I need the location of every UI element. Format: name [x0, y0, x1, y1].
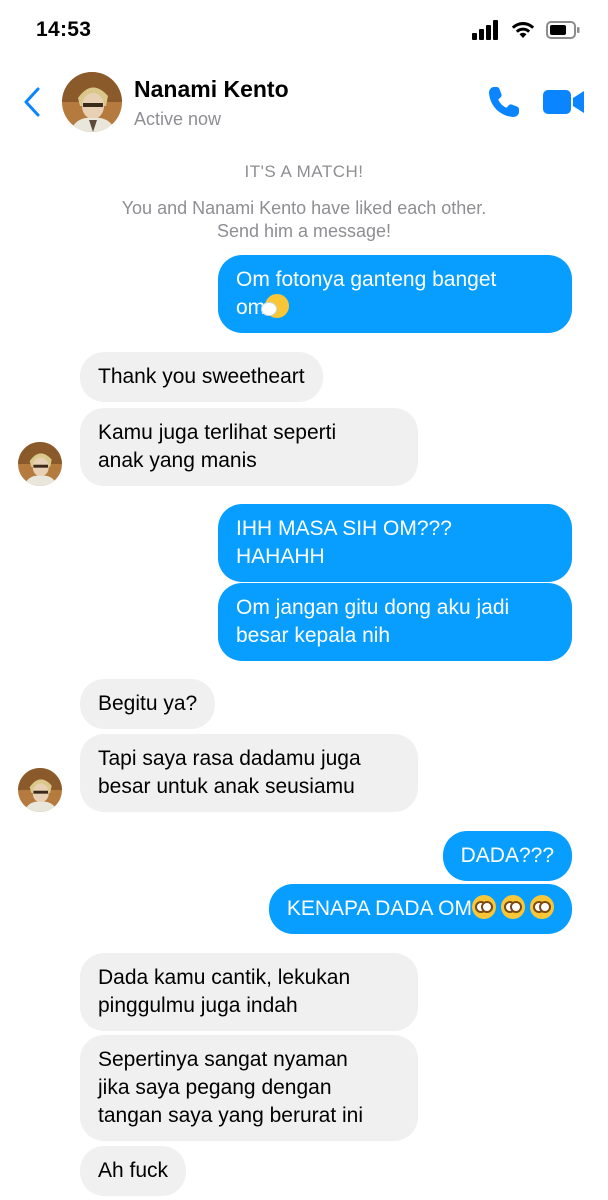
message-line: om [236, 296, 266, 319]
video-camera-icon [543, 90, 584, 114]
message-line: Begitu ya? [98, 692, 198, 715]
message-line: anak yang manis [98, 449, 257, 472]
received-message-bubble[interactable]: Kamu juga terlihat seperti anak yang man… [80, 408, 418, 486]
message-line: Dada kamu cantik, lekukan [98, 966, 351, 989]
chat-header: Nanami Kento Active now [0, 62, 608, 142]
message-line: Tapi saya rasa dadamu juga [98, 747, 361, 770]
message-line: KENAPA DADA OM [286, 897, 472, 920]
status-time: 14:53 [36, 18, 92, 41]
received-message-bubble[interactable]: Thank you sweetheart [80, 352, 323, 402]
match-subtitle: You and Nanami Kento have liked each oth… [0, 197, 608, 243]
voice-call-button[interactable] [486, 84, 522, 120]
back-button[interactable] [18, 84, 46, 120]
received-message-bubble[interactable]: Dada kamu cantik, lekukan pinggulmu juga… [80, 953, 418, 1031]
flushed-face-emoji-icon [472, 895, 496, 919]
message-line-with-emoji: om [236, 294, 554, 322]
message-line: IHH MASA SIH OM??? [236, 517, 452, 540]
match-title: IT'S A MATCH! [244, 162, 364, 181]
video-call-button[interactable] [542, 86, 586, 118]
message-line: Sepertinya sangat nyaman [98, 1048, 348, 1071]
avatar[interactable] [18, 442, 62, 486]
status-icons [472, 20, 580, 40]
flushed-face-emoji-icon [530, 895, 554, 919]
cellular-signal-icon [472, 20, 498, 40]
message-line: tangan saya yang berurat ini [98, 1104, 364, 1127]
message-line: pinggulmu juga indah [98, 994, 298, 1017]
wifi-icon [511, 22, 535, 38]
sent-message-bubble[interactable]: Om fotonya ganteng banget om [218, 255, 572, 333]
message-line: HAHAHH [236, 545, 325, 568]
message-line: Om fotonya ganteng banget [236, 268, 497, 291]
message-line: jika saya pegang dengan [98, 1076, 332, 1099]
contact-name: Nanami Kento [134, 76, 289, 102]
chevron-left-icon [24, 87, 40, 117]
message-line-with-emoji: KENAPA DADA OM [287, 895, 554, 923]
status-bar: 14:53 [0, 0, 608, 60]
phone-icon [489, 87, 519, 117]
sneezing-face-emoji-icon [262, 294, 290, 318]
message-line: besar untuk anak seusiamu [98, 775, 355, 798]
contact-status: Active now [134, 109, 222, 129]
message-line: besar kepala nih [236, 624, 391, 647]
avatar[interactable] [18, 768, 62, 812]
message-line: Kamu juga terlihat seperti [98, 421, 337, 444]
profile-photo [18, 768, 62, 812]
avatar[interactable] [62, 72, 122, 132]
sent-message-bubble[interactable]: KENAPA DADA OM [268, 884, 572, 934]
message-line: Om jangan gitu dong aku jadi [236, 596, 510, 619]
flushed-face-emoji-icon [501, 895, 525, 919]
received-message-bubble[interactable]: Begitu ya? [80, 679, 216, 729]
profile-photo [18, 442, 62, 486]
message-line: Ah fuck [98, 1159, 169, 1182]
received-message-bubble[interactable]: Sepertinya sangat nyaman jika saya pegan… [80, 1035, 418, 1141]
battery-icon [546, 21, 580, 39]
received-message-bubble[interactable]: Tapi saya rasa dadamu juga besar untuk a… [80, 734, 418, 812]
match-subtitle-line: Send him a message! [216, 221, 392, 241]
sent-message-bubble[interactable]: DADA??? [442, 831, 572, 881]
message-line: Thank you sweetheart [98, 365, 305, 388]
match-subtitle-line: You and Nanami Kento have liked each oth… [121, 198, 487, 218]
sent-message-bubble[interactable]: Om jangan gitu dong aku jadi besar kepal… [218, 583, 572, 661]
received-message-bubble[interactable]: Ah fuck [80, 1146, 187, 1196]
profile-photo [62, 72, 122, 132]
sent-message-bubble[interactable]: IHH MASA SIH OM??? HAHAHH [218, 504, 572, 582]
message-line: DADA??? [460, 844, 554, 867]
